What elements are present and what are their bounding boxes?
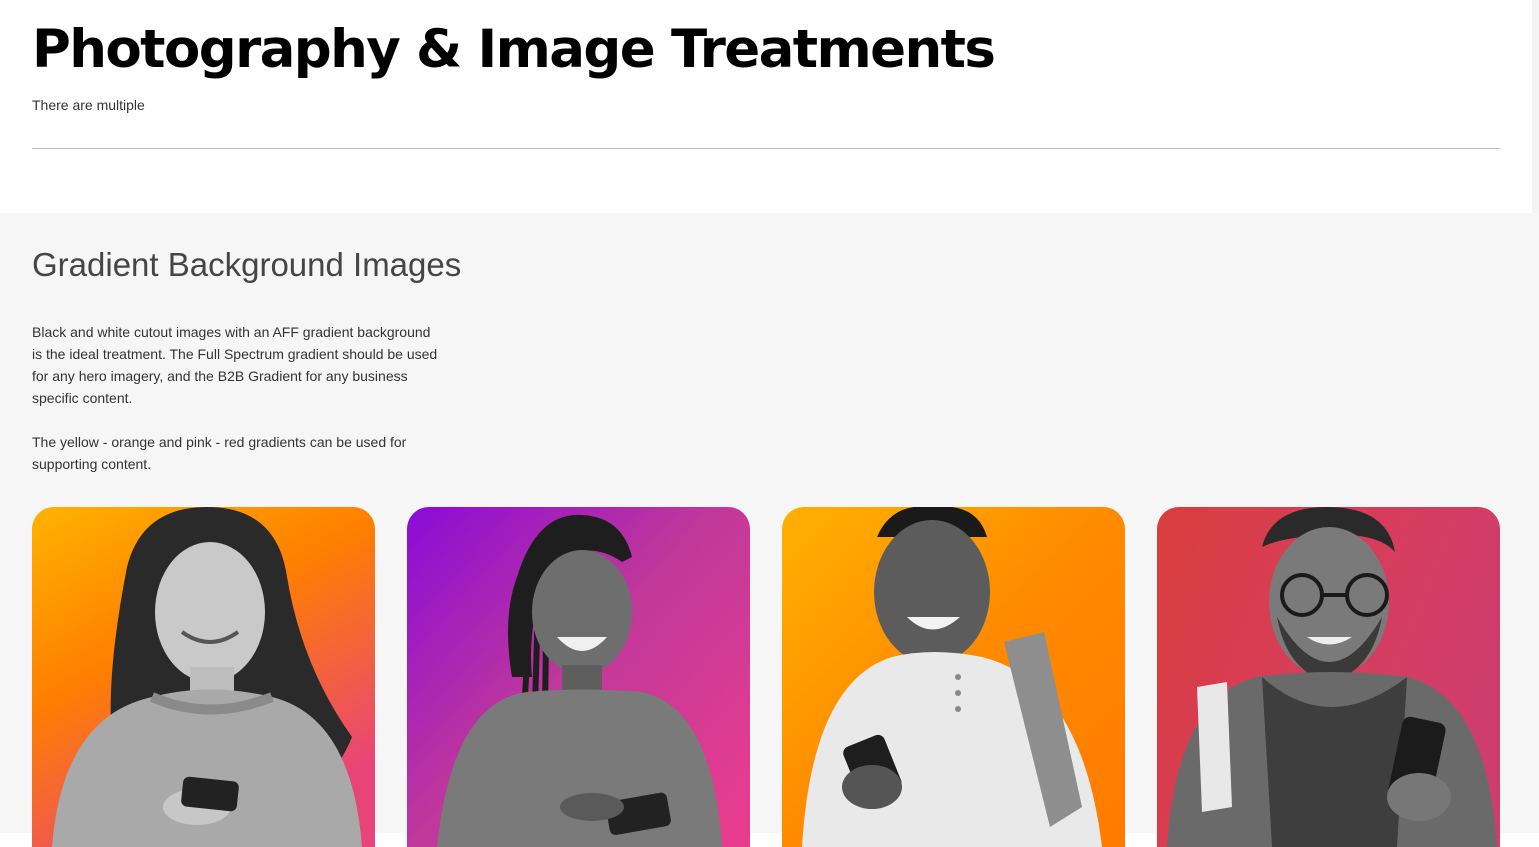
- scrollbar-track[interactable]: [1532, 0, 1539, 213]
- page-header: Photography & Image Treatments There are…: [0, 0, 1532, 213]
- image-card-4[interactable]: [1157, 507, 1500, 847]
- section-title: Gradient Background Images: [32, 246, 462, 283]
- gradient-portrait-image-4: [1157, 507, 1500, 847]
- gradient-section: Gradient Background Images Black and whi…: [0, 213, 1539, 847]
- page-subtitle: There are multiple: [32, 97, 145, 113]
- gradient-portrait-image-1: [32, 507, 375, 847]
- section-description: Black and white cutout images with an AF…: [32, 321, 442, 497]
- gradient-portrait-image-3: [782, 507, 1125, 847]
- header-divider: [32, 148, 1500, 149]
- image-card-2[interactable]: [407, 507, 750, 847]
- image-card-1[interactable]: [32, 507, 375, 847]
- description-paragraph-1: Black and white cutout images with an AF…: [32, 324, 438, 406]
- image-card-3[interactable]: [782, 507, 1125, 847]
- description-paragraph-2: The yellow - orange and pink - red gradi…: [32, 434, 407, 472]
- page-title: Photography & Image Treatments: [32, 19, 996, 80]
- gradient-portrait-image-2: [407, 507, 750, 847]
